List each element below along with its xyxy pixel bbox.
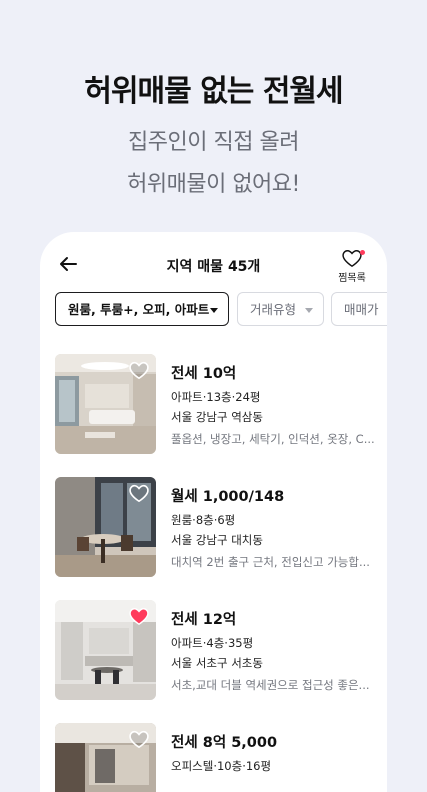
wishlist-button[interactable]: 찜목록 (335, 248, 369, 284)
listing-card[interactable]: 전세 10억 아파트·13층·24평 서울 강남구 역삼동 풀옵션, 냉장고, … (40, 342, 387, 454)
listing-price: 월세 1,000/148 (171, 489, 285, 505)
listing-meta: 오피스텔·10층·16평 (171, 759, 272, 773)
notification-dot (360, 250, 365, 255)
listing-card[interactable]: 월세 1,000/148 원룸·8층·6평 서울 강남구 대치동 대치역 2번 … (40, 465, 387, 577)
listing-photo (55, 600, 156, 700)
listing-meta: 아파트·4층·35평 (171, 636, 254, 650)
caret-down-icon (210, 308, 218, 313)
headline: 허위매물 없는 전월세 (84, 74, 343, 109)
listing-card[interactable]: 전세 8억 5,000 오피스텔·10층·16평 (40, 711, 387, 792)
filter-chip-room-type[interactable]: 원룸, 투룸+, 오피, 아파트 (55, 292, 229, 326)
filter-bar: 원룸, 투룸+, 오피, 아파트 거래유형 매매가 (55, 292, 387, 330)
listing-card[interactable]: 전세 12억 아파트·4층·35평 서울 서초구 서초동 서초,교대 더블 역세… (40, 588, 387, 700)
listing-photo (55, 477, 156, 577)
filter-chip-label: 거래유형 (250, 302, 297, 317)
heart-filled-icon[interactable] (128, 606, 150, 626)
listing-description: 풀옵션, 냉장고, 세탁기, 인덕션, 옷장, C... (171, 432, 375, 446)
listing-location: 서울 강남구 역삼동 (171, 410, 263, 424)
caret-down-icon (305, 308, 313, 313)
heart-outline-icon[interactable] (128, 729, 150, 749)
subheadline-line-2: 허위매물이 없어요! (127, 172, 300, 197)
heart-outline-icon[interactable] (128, 483, 150, 503)
top-bar: 지역 매물 45개 찜목록 (40, 232, 387, 292)
heart-outline-icon[interactable] (128, 360, 150, 380)
filter-chip-deal-type[interactable]: 거래유형 (237, 292, 324, 326)
filter-chip-label: 원룸, 투룸+, 오피, 아파트 (68, 302, 210, 317)
listing-description: 서초,교대 더블 역세권으로 접근성 좋은... (171, 678, 370, 692)
filter-chip-sale-price[interactable]: 매매가 (331, 292, 387, 326)
listing-price: 전세 10억 (171, 366, 237, 382)
listing-location: 서울 서초구 서초동 (171, 656, 263, 670)
listing-photo (55, 723, 156, 792)
listing-price: 전세 12억 (171, 612, 237, 628)
listing-meta: 원룸·8층·6평 (171, 513, 236, 527)
phone-screen: 지역 매물 45개 찜목록 원룸, 투룸+, 오피, 아파트 거래유형 매매가 (40, 232, 387, 792)
listing-photo (55, 354, 156, 454)
wishlist-label: 찜목록 (338, 273, 366, 284)
listing-price: 전세 8억 5,000 (171, 735, 278, 751)
subheadline-line-1: 집주인이 직접 올려 (128, 130, 299, 155)
listing-meta: 아파트·13층·24평 (171, 390, 261, 404)
listing-description: 대치역 2번 출구 근처, 전입신고 가능합... (171, 555, 370, 569)
listing-location: 서울 강남구 대치동 (171, 533, 263, 547)
filter-chip-label: 매매가 (344, 302, 379, 317)
